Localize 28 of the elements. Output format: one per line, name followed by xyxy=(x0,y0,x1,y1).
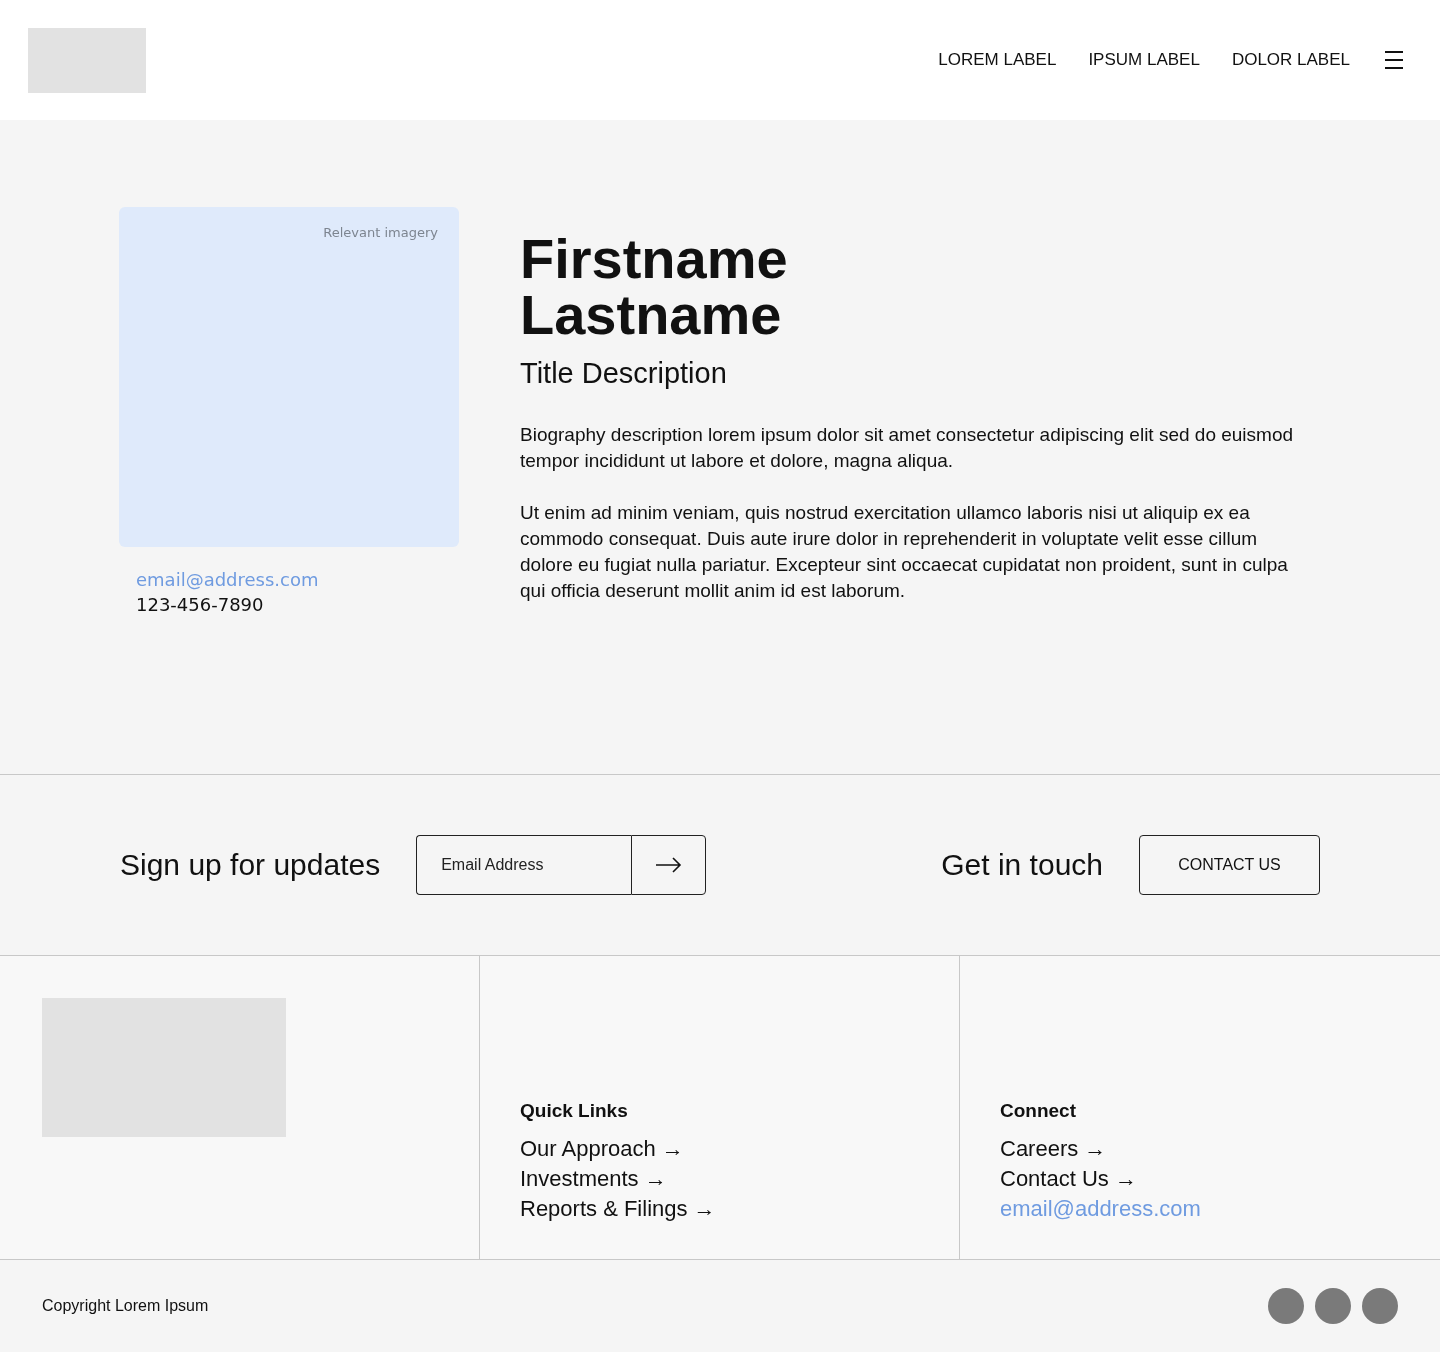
social-icon[interactable] xyxy=(1268,1287,1304,1324)
footer-link[interactable]: Contact Us → xyxy=(1000,1164,1137,1194)
biography-paragraph: Ut enim ad minim veniam, quis nostrud exercitation ullamco laboris nisi ut aliquip ex ea commodo consequat. Duis aute irure dolor in reprehenderit in voluptate velit esse cillum dolore eu fugiat nulla pariatur. Excepteur sint occaecat cupidatat non proident, sunt in culpa qui officia deserunt mollit anim id est laborum. xyxy=(520,501,1289,603)
footer-link[interactable]: Our Approach → xyxy=(520,1134,684,1164)
footer-heading: Connect xyxy=(1000,1100,1076,1122)
nav-link[interactable]: LOREM LABEL xyxy=(938,50,1057,70)
nav-link[interactable]: DOLOR LABEL xyxy=(1231,50,1350,70)
nav-link[interactable]: IPSUM LABEL xyxy=(1088,50,1200,70)
arrow-right-icon xyxy=(655,857,682,873)
phone-number: 123-456-7890 xyxy=(136,594,264,615)
submit-button[interactable] xyxy=(631,835,707,895)
person-name: Firstname xyxy=(520,231,788,287)
social-icon[interactable] xyxy=(1315,1287,1351,1324)
signup-heading: Sign up for updates xyxy=(120,848,381,882)
footer-link[interactable]: Careers → xyxy=(1000,1134,1107,1164)
copyright-text: Copyright Lorem Ipsum xyxy=(42,1296,209,1315)
person-name: Lastname xyxy=(520,287,782,343)
biography-paragraph: Biography description lorem ipsum dolor sit amet consectetur adipiscing elit sed do euismod tempor incididunt ut labore et dolore, magna aliqua. xyxy=(520,423,1295,473)
contact-heading: Get in touch xyxy=(941,848,1103,882)
image-caption: Relevant imagery xyxy=(323,225,438,240)
footer-heading: Quick Links xyxy=(520,1100,628,1122)
footer-link[interactable]: Investments → xyxy=(520,1164,667,1194)
menu-icon[interactable] xyxy=(1384,50,1404,70)
contact-button[interactable]: CONTACT US xyxy=(1139,835,1320,895)
email-input-field[interactable]: Email Address xyxy=(416,835,632,895)
job-title: Title Description xyxy=(520,357,728,390)
footer-link[interactable]: Reports & Filings → xyxy=(520,1194,716,1224)
social-icon[interactable] xyxy=(1362,1287,1398,1324)
